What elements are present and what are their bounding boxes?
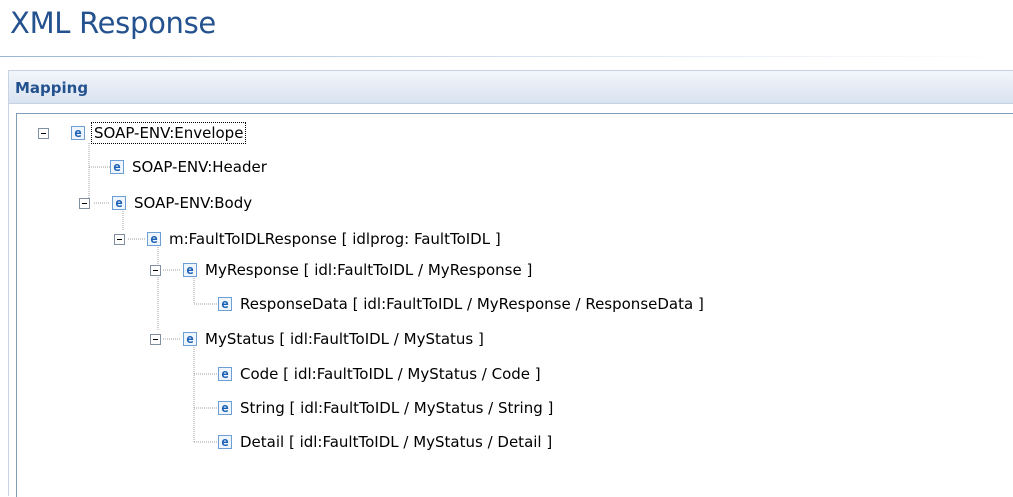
element-icon: e [183,332,197,346]
tree-node-fault-response[interactable]: e m:FaultToIDLResponse [ idlprog: FaultT… [114,227,501,251]
section-title: Mapping [15,79,89,97]
element-icon: e [147,232,161,246]
tree-node-body[interactable]: e SOAP-ENV:Body [79,191,252,215]
collapse-icon[interactable] [114,233,125,245]
page-title: XML Response [10,6,216,40]
element-icon: e [218,435,232,449]
node-label: String [ idl:FaultToIDL / MyStatus / Str… [240,399,554,417]
element-icon: e [110,160,124,174]
node-label: MyResponse [ idl:FaultToIDL / MyResponse… [205,261,533,279]
tree-node-code[interactable]: e Code [ idl:FaultToIDL / MyStatus / Cod… [218,362,541,386]
collapse-icon[interactable] [150,264,161,276]
node-label: SOAP-ENV:Body [134,194,253,212]
tree-node-my-response[interactable]: e MyResponse [ idl:FaultToIDL / MyRespon… [150,258,532,282]
element-icon: e [112,196,126,210]
tree-node-my-status[interactable]: e MyStatus [ idl:FaultToIDL / MyStatus ] [150,327,484,351]
collapse-icon[interactable] [79,197,90,209]
element-icon: e [218,401,232,415]
title-divider [0,56,1013,57]
tree-node-response-data[interactable]: e ResponseData [ idl:FaultToIDL / MyResp… [218,292,704,316]
node-label: Detail [ idl:FaultToIDL / MyStatus / Det… [240,433,553,451]
element-icon: e [183,263,197,277]
collapse-icon[interactable] [150,333,161,345]
element-icon: e [218,367,232,381]
tree-node-envelope[interactable]: e SOAP-ENV:Envelope [38,121,247,145]
node-label: SOAP-ENV:Header [132,158,267,176]
collapse-icon[interactable] [38,127,49,139]
section-header[interactable]: Mapping [9,70,1013,104]
element-icon: e [218,297,232,311]
tree-node-string[interactable]: e String [ idl:FaultToIDL / MyStatus / S… [218,396,553,420]
node-label: SOAP-ENV:Envelope [90,122,247,144]
tree-node-header[interactable]: e SOAP-ENV:Header [110,155,267,179]
element-icon: e [71,126,85,140]
node-label: Code [ idl:FaultToIDL / MyStatus / Code … [240,365,541,383]
node-label: m:FaultToIDLResponse [ idlprog: FaultToI… [169,230,501,248]
node-label: MyStatus [ idl:FaultToIDL / MyStatus ] [205,330,484,348]
node-label: ResponseData [ idl:FaultToIDL / MyRespon… [240,295,704,313]
tree-node-detail[interactable]: e Detail [ idl:FaultToIDL / MyStatus / D… [218,430,552,454]
